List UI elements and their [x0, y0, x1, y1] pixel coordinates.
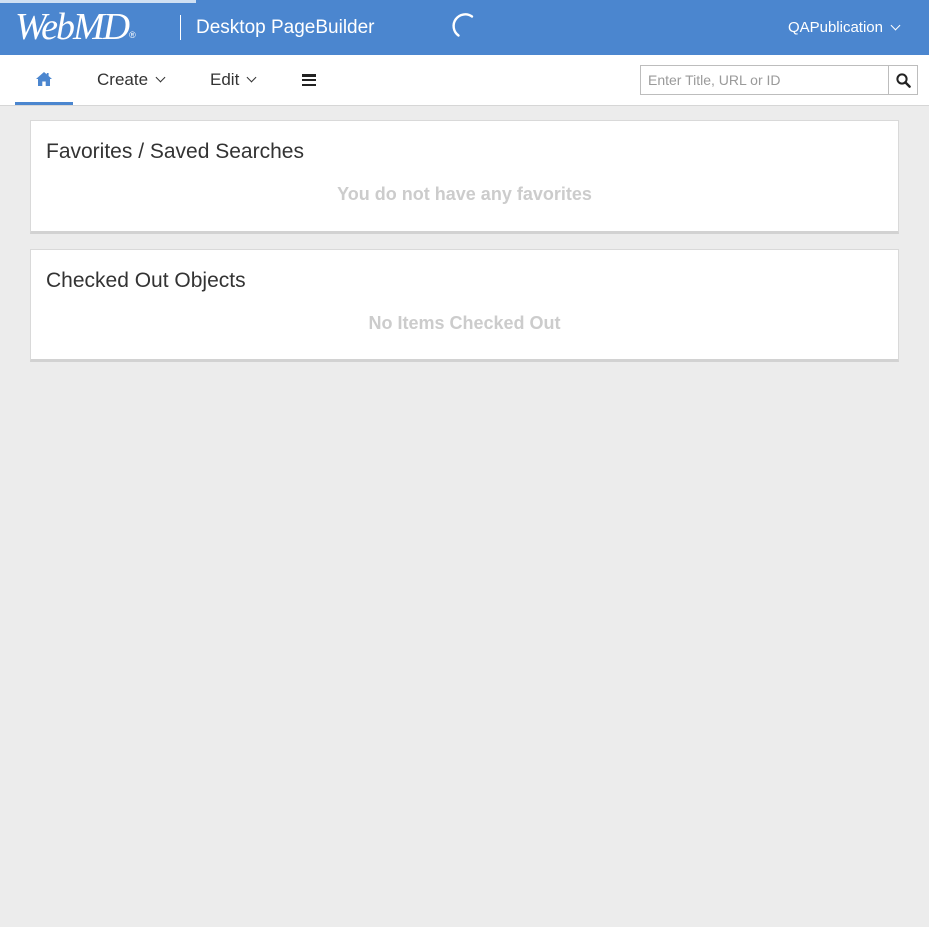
main-nav: Create Edit [0, 55, 929, 106]
checked-out-empty-message: No Items Checked Out [368, 313, 561, 333]
nav-edit-menu[interactable]: Edit [210, 69, 257, 91]
app-title: Desktop PageBuilder [196, 17, 375, 38]
registered-mark: ® [129, 30, 136, 40]
loading-progress-bar [0, 0, 196, 3]
hamburger-menu-icon[interactable] [302, 71, 319, 89]
checked-out-panel-title: Checked Out Objects [46, 269, 246, 292]
search-input[interactable] [640, 65, 889, 95]
search-icon [895, 72, 911, 88]
nav-edit-label: Edit [210, 70, 240, 89]
chevron-down-icon [890, 20, 901, 31]
spinner-icon [452, 13, 474, 37]
nav-create-menu[interactable]: Create [97, 69, 166, 91]
nav-create-label: Create [97, 70, 149, 89]
logo-text: WebMD [15, 6, 130, 48]
favorites-empty-message: You do not have any favorites [337, 184, 592, 204]
publication-selector[interactable]: QAPublication [787, 18, 901, 38]
logo-divider [180, 15, 181, 40]
nav-home-tab[interactable] [15, 55, 73, 105]
chevron-down-icon [246, 72, 257, 83]
favorites-panel-title: Favorites / Saved Searches [46, 140, 304, 163]
search-box [640, 65, 918, 95]
top-header-bar: WebMD ® Desktop PageBuilder QAPublicatio… [0, 0, 929, 55]
search-button[interactable] [888, 65, 918, 95]
home-icon [36, 71, 52, 86]
webmd-logo[interactable]: WebMD ® [15, 5, 136, 49]
chevron-down-icon [155, 72, 166, 83]
favorites-panel: Favorites / Saved Searches You do not ha… [30, 120, 899, 234]
checked-out-panel: Checked Out Objects No Items Checked Out [30, 249, 899, 362]
publication-label: QAPublication [787, 19, 883, 36]
